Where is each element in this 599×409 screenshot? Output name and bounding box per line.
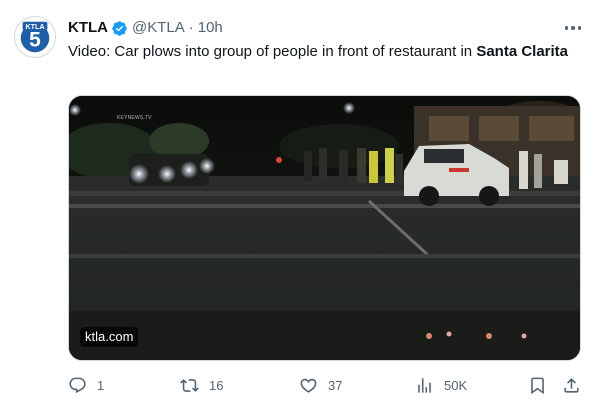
- video-watermark: KEYNEWS.TV: [117, 115, 152, 121]
- media-source-badge[interactable]: ktla.com: [80, 327, 139, 347]
- share-button[interactable]: [562, 372, 581, 398]
- views-chart-icon: [415, 376, 434, 395]
- tweet-header: KTLA @KTLA · 10h: [68, 19, 223, 37]
- more-options-icon[interactable]: [563, 20, 583, 36]
- video-frame: [69, 96, 580, 360]
- like-count: 37: [328, 377, 343, 393]
- tweet[interactable]: 5 KTLA KTLA @KTLA · 10h Video: Car plows…: [0, 0, 599, 409]
- share-icon: [562, 376, 581, 395]
- svg-text:KTLA: KTLA: [26, 23, 45, 31]
- like-button[interactable]: 37: [299, 372, 342, 398]
- reply-icon: [68, 376, 87, 395]
- reply-button[interactable]: 1: [68, 372, 104, 398]
- retweet-icon: [180, 376, 199, 395]
- timestamp[interactable]: 10h: [198, 19, 223, 37]
- avatar[interactable]: 5 KTLA: [14, 16, 56, 58]
- ktla-5-logo-icon: 5 KTLA: [15, 17, 55, 57]
- svg-text:5: 5: [29, 29, 41, 52]
- bookmark-icon: [528, 376, 547, 395]
- reply-count: 1: [97, 377, 105, 393]
- tweet-text: Video: Car plows into group of people in…: [68, 42, 568, 62]
- tweet-actions: 1 16 37 50K: [60, 372, 590, 398]
- display-name[interactable]: KTLA: [68, 19, 108, 37]
- user-handle[interactable]: @KTLA: [132, 19, 185, 37]
- heart-icon: [299, 376, 318, 395]
- bookmark-button[interactable]: [528, 372, 547, 398]
- retweet-button[interactable]: 16: [180, 372, 223, 398]
- separator-dot: ·: [188, 19, 194, 36]
- video-player[interactable]: KEYNEWS.TV ktla.com: [68, 95, 581, 361]
- verified-badge-icon[interactable]: [111, 20, 128, 37]
- views-count: 50K: [444, 377, 468, 393]
- location-link[interactable]: Santa Clarita: [476, 43, 568, 60]
- views-button[interactable]: 50K: [415, 372, 467, 398]
- retweet-count: 16: [209, 377, 224, 393]
- tweet-text-plain: Video: Car plows into group of people in…: [68, 43, 477, 60]
